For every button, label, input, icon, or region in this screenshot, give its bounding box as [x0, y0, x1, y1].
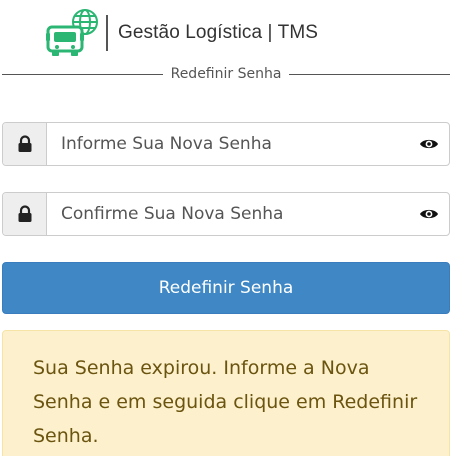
expired-password-alert: Sua Senha expirou. Informe a Nova Senha …	[2, 330, 450, 456]
section-divider: Redefinir Senha	[2, 64, 451, 84]
eye-icon[interactable]	[409, 123, 449, 165]
eye-icon[interactable]	[409, 193, 449, 235]
app-title: Gestão Logística | TMS	[118, 22, 319, 43]
truck-globe-icon	[44, 7, 104, 59]
confirm-password-input[interactable]	[47, 193, 409, 235]
lock-icon	[3, 193, 47, 235]
header: Gestão Logística | TMS	[44, 8, 318, 58]
logo-separator	[106, 15, 108, 51]
reset-password-page: Gestão Logística | TMS Redefinir Senha R…	[0, 0, 452, 456]
new-password-input[interactable]	[47, 123, 409, 165]
new-password-group	[2, 122, 450, 166]
section-title: Redefinir Senha	[170, 66, 282, 82]
divider-line-right	[289, 73, 451, 75]
reset-password-button[interactable]: Redefinir Senha	[2, 262, 450, 314]
confirm-password-group	[2, 192, 450, 236]
lock-icon	[3, 123, 47, 165]
divider-line-left	[2, 73, 163, 75]
